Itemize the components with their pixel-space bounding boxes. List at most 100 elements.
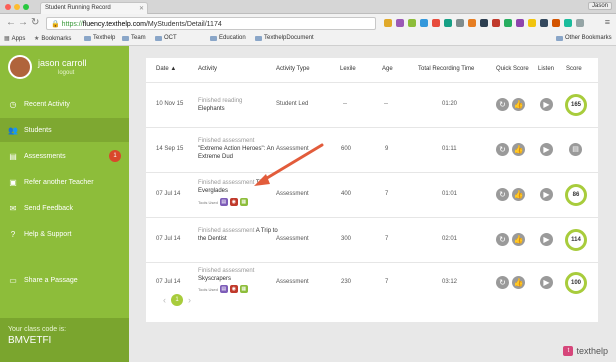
reset-icon[interactable]: ↻ (496, 276, 509, 289)
class-code-label: Your class code is: (8, 326, 67, 333)
table-row[interactable]: 07 Jul 14 Finished assessment The Evergl… (146, 172, 598, 217)
reload-icon[interactable]: ↻ (31, 17, 39, 29)
row-date: 07 Jul 14 (156, 191, 181, 197)
texthelp-logo-icon: t (563, 346, 574, 356)
dictionary-tool-icon[interactable]: ▤ (219, 198, 228, 206)
close-window-icon[interactable] (5, 4, 11, 10)
close-tab-icon[interactable]: ✕ (139, 5, 144, 12)
header-activity-type[interactable]: Activity Type (276, 66, 310, 72)
reset-icon[interactable]: ↻ (496, 188, 509, 201)
sidebar-item-share-passage[interactable]: ▭ Share a Passage (0, 268, 129, 292)
logout-link[interactable]: logout (58, 70, 74, 76)
extension-icon[interactable] (468, 19, 476, 27)
play-icon[interactable]: ▶ (540, 188, 553, 201)
picture-tool-icon[interactable]: ▦ (239, 285, 248, 293)
reset-icon[interactable]: ↻ (496, 143, 509, 156)
score-badge[interactable]: 86 (565, 184, 587, 206)
extension-icon[interactable] (552, 19, 560, 27)
thumbs-up-icon[interactable]: 👍 (512, 233, 525, 246)
folder-icon (556, 35, 563, 41)
extension-icon[interactable] (516, 19, 524, 27)
extension-icon[interactable] (480, 19, 488, 27)
row-date: 07 Jul 14 (156, 279, 181, 285)
score-badge[interactable]: 114 (565, 229, 587, 251)
sidebar-item-refer-teacher[interactable]: ▣ Refer another Teacher (0, 170, 129, 194)
reset-icon[interactable]: ↻ (496, 233, 509, 246)
sidebar-item-assessments[interactable]: ▤ Assessments 1 (0, 144, 129, 168)
table-row[interactable]: 07 Jul 14 Finished assessment A Trip to … (146, 217, 598, 262)
thumbs-up-icon[interactable]: 👍 (512, 188, 525, 201)
extension-icon[interactable] (492, 19, 500, 27)
header-listen: Listen (538, 66, 555, 72)
table-row[interactable]: 14 Sep 15 Finished assessment "Extreme Ac… (146, 127, 598, 172)
avatar[interactable] (8, 55, 32, 79)
browser-menu-icon[interactable]: ≡ (605, 18, 610, 27)
forward-arrow-icon[interactable]: → (18, 17, 28, 29)
table-row[interactable]: 07 Jul 14 Finished assessment Skyscrapers… (146, 262, 598, 302)
thumbs-up-icon[interactable]: 👍 (512, 276, 525, 289)
play-icon[interactable]: ▶ (540, 233, 553, 246)
envelope-icon: ✉ (9, 203, 17, 213)
extension-icon[interactable] (564, 19, 572, 27)
bookmark-education[interactable]: Education (210, 35, 246, 41)
header-activity[interactable]: Activity (198, 66, 217, 72)
profile-chip[interactable]: Jason (587, 2, 612, 10)
bookmark-apps[interactable]: ▦ Apps (4, 35, 25, 43)
next-page-icon[interactable]: › (188, 295, 191, 305)
sidebar-item-recent-activity[interactable]: ◷ Recent Activity (0, 92, 129, 116)
bookmark-team[interactable]: Team (122, 35, 146, 41)
header-age[interactable]: Age (382, 66, 393, 72)
minimize-window-icon[interactable] (14, 4, 20, 10)
page-number[interactable]: 1 (171, 294, 183, 306)
bookmark-other[interactable]: Other Bookmarks (556, 35, 612, 41)
row-lexile: -- (343, 101, 347, 107)
tools-used-label: Tools Used (198, 199, 218, 205)
extension-icon[interactable] (504, 19, 512, 27)
back-arrow-icon[interactable]: ← (6, 17, 16, 29)
play-icon[interactable]: ▶ (540, 276, 553, 289)
speech-tool-icon[interactable]: ◉ (229, 198, 238, 206)
score-badge[interactable]: 100 (565, 272, 587, 294)
extension-icon[interactable] (420, 19, 428, 27)
extension-icon[interactable] (540, 19, 548, 27)
header-lexile[interactable]: Lexile (340, 66, 356, 72)
sidebar-item-students[interactable]: 👥 Students (0, 118, 129, 142)
score-badge[interactable]: 165 (565, 94, 587, 116)
sidebar-item-send-feedback[interactable]: ✉ Send Feedback (0, 196, 129, 220)
play-icon[interactable]: ▶ (540, 143, 553, 156)
bookmark-texthelpdocument[interactable]: TexthelpDocument (255, 35, 314, 41)
speech-tool-icon[interactable]: ◉ (229, 285, 238, 293)
bookmark-texthelp[interactable]: Texthelp (84, 35, 115, 41)
row-activity-type: Assessment (276, 236, 309, 242)
picture-tool-icon[interactable]: ▦ (239, 198, 248, 206)
dictionary-tool-icon[interactable]: ▤ (219, 285, 228, 293)
bookmark-bookmarks[interactable]: ★ Bookmarks (34, 35, 71, 43)
header-quick-score: Quick Score (496, 66, 529, 72)
thumbs-up-icon[interactable]: 👍 (512, 98, 525, 111)
browser-toolbar: ← → ↻ 🔒 https://fluency.texthelp.com/MyS… (0, 14, 616, 33)
bookmark-oct[interactable]: OCT (155, 35, 177, 41)
thumbs-up-icon[interactable]: 👍 (512, 143, 525, 156)
row-lexile: 300 (341, 236, 352, 242)
url-scheme: https:// (61, 21, 83, 28)
address-bar[interactable]: 🔒 https://fluency.texthelp.com/MyStudent… (46, 17, 376, 30)
extension-icon[interactable] (528, 19, 536, 27)
table-row[interactable]: 10 Nov 15 Finished reading Elephants Stud… (146, 82, 598, 127)
header-date[interactable]: Date ▲ (156, 66, 176, 72)
extension-icon[interactable] (576, 19, 584, 27)
extension-icon[interactable] (396, 19, 404, 27)
reset-icon[interactable]: ↻ (496, 98, 509, 111)
extension-icon[interactable] (384, 19, 392, 27)
extension-icon[interactable] (444, 19, 452, 27)
browser-tab[interactable]: Student Running Record ✕ (40, 2, 148, 14)
document-icon[interactable]: ▤ (569, 143, 582, 156)
maximize-window-icon[interactable] (23, 4, 29, 10)
header-recording-time[interactable]: Total Recording Time (418, 66, 474, 72)
previous-page-icon[interactable]: ‹ (163, 295, 166, 305)
extension-icon[interactable] (432, 19, 440, 27)
sidebar-item-help-support[interactable]: ? Help & Support (0, 222, 129, 246)
extension-icon[interactable] (456, 19, 464, 27)
play-icon[interactable]: ▶ (540, 98, 553, 111)
extension-icon[interactable] (408, 19, 416, 27)
row-recording-time: 03:12 (442, 279, 458, 285)
